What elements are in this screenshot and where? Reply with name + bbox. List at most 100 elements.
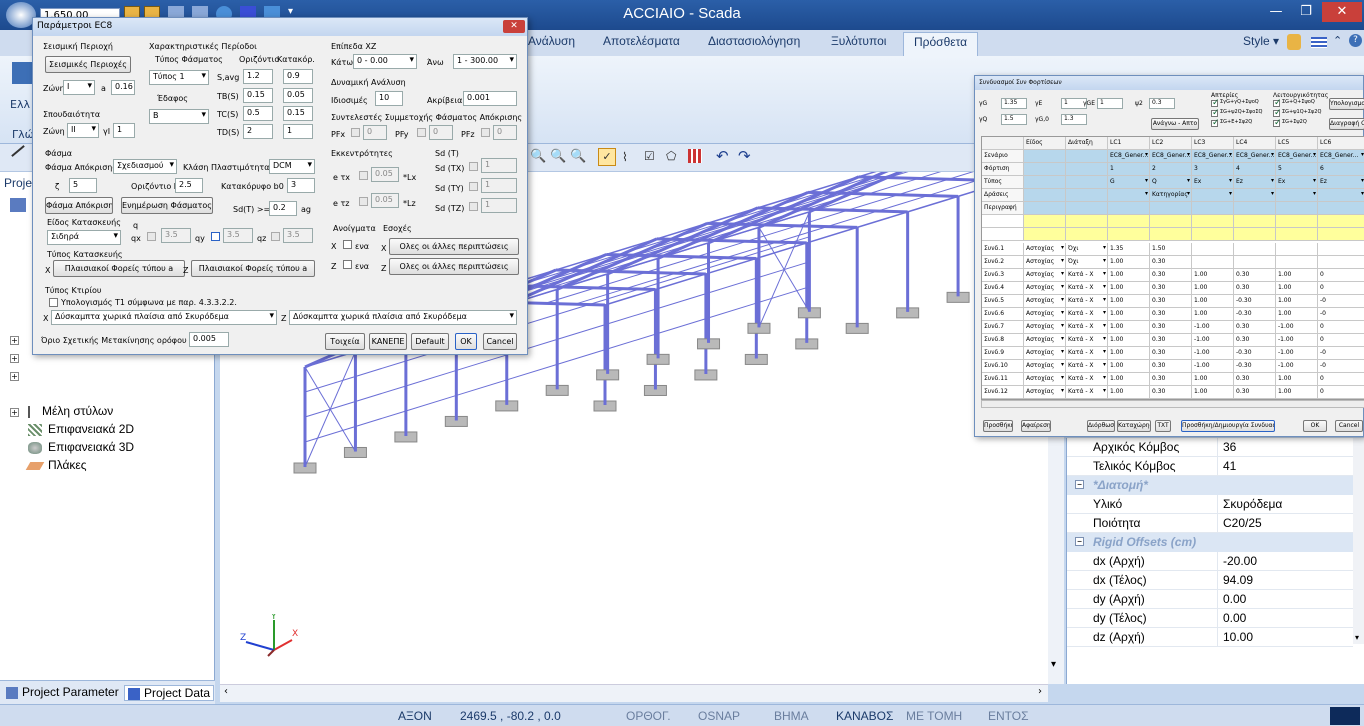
combo-factor-cell[interactable]: -0 (1318, 308, 1364, 321)
ok-button[interactable]: OK (455, 333, 477, 350)
combo-factor-cell[interactable]: -0.30 (1234, 347, 1276, 360)
wall-girt[interactable] (607, 332, 659, 350)
combo-type-checkbox[interactable] (1211, 98, 1220, 108)
property-value[interactable]: Σκυρόδεμα (1223, 497, 1282, 511)
bracing[interactable] (304, 366, 356, 452)
property-value[interactable]: 94.09 (1223, 573, 1253, 587)
flag-icon[interactable] (1311, 37, 1327, 48)
combo-factor-cell[interactable]: 1.00 (1192, 308, 1234, 321)
cell-dropdown-icon[interactable]: ▾ (1061, 360, 1064, 370)
combo-factor-cell[interactable]: 0.30 (1234, 269, 1276, 282)
tab-project-data[interactable]: Project Data (124, 685, 215, 701)
purlin[interactable] (647, 233, 698, 251)
collapse-icon[interactable]: − (1075, 480, 1084, 489)
grid-definition-cell[interactable]: Ez ▾ (1318, 176, 1364, 189)
factor-input[interactable]: 1.5 (1001, 114, 1027, 125)
pfy-input[interactable]: 0 (429, 125, 453, 140)
scroll-down-icon[interactable]: ▾ (1051, 659, 1056, 670)
combo-factor-cell[interactable]: 1.00 (1108, 373, 1150, 386)
combo-factor-cell[interactable]: 0.30 (1150, 360, 1192, 373)
etz-input[interactable]: 0.05 (371, 193, 399, 208)
combo-factor-cell[interactable]: -0.30 (1234, 360, 1276, 373)
ridge-beam[interactable] (807, 176, 859, 194)
cell-dropdown-icon[interactable]: ▾ (1061, 347, 1064, 357)
close-window-button[interactable]: ✕ (1322, 2, 1362, 22)
combo-factor-cell[interactable]: 1.00 (1108, 269, 1150, 282)
purlin[interactable] (697, 218, 749, 235)
grid-definition-cell[interactable]: 6 (1318, 163, 1364, 176)
td-v-input[interactable]: 1 (283, 124, 313, 139)
combo-factor-cell[interactable]: 1.00 (1108, 308, 1150, 321)
tb-v-input[interactable]: 0.05 (283, 88, 313, 103)
ctype-z-button[interactable]: Πλαισιακοί Φορείς τύπου a (191, 260, 315, 277)
purlin[interactable] (525, 267, 577, 284)
response-spectrum-button[interactable]: Φάσμα Απόκρισης (45, 197, 113, 214)
cell-dropdown-icon[interactable]: ▾ (1271, 189, 1274, 199)
cell-dropdown-icon[interactable]: ▾ (1061, 321, 1064, 331)
grid-definition-cell[interactable]: ▾ (1192, 189, 1234, 202)
props-scroll-down-icon[interactable]: ▾ (1355, 633, 1359, 642)
qz-checkbox[interactable] (271, 232, 280, 241)
wall-girt[interactable] (708, 276, 760, 294)
combo-factor-cell[interactable]: 0.30 (1234, 386, 1276, 399)
pfx-checkbox[interactable] (351, 128, 360, 137)
combo-factor-cell[interactable]: 1.00 (1108, 347, 1150, 360)
combo-factor-cell[interactable] (1276, 256, 1318, 269)
cell-dropdown-icon[interactable]: ▾ (1061, 308, 1064, 318)
combo-factor-cell[interactable]: 1.00 (1276, 373, 1318, 386)
ridge-beam[interactable] (656, 222, 708, 240)
combo-factor-cell[interactable] (1192, 256, 1234, 269)
grid-definition-cell[interactable]: EC8_Gener... ▾ (1192, 150, 1234, 163)
combo-arrangement-cell[interactable]: Κατά - X ▾ (1066, 282, 1108, 295)
check-icon[interactable]: ☑ (644, 149, 655, 163)
recesses-z-button[interactable]: Ολες οι άλλες περιπτώσεις (389, 258, 519, 275)
ortho-toggle[interactable]: ΟΡΘΟΓ. (626, 709, 671, 723)
combo-arrangement-cell[interactable]: Κατά - X ▾ (1066, 321, 1108, 334)
add-combo-button[interactable]: Προσθήκη (983, 420, 1013, 432)
undo-icon[interactable]: ↶ (716, 147, 729, 165)
properties-scrollbar[interactable]: ▾ (1353, 438, 1364, 644)
purlin[interactable] (867, 177, 919, 195)
combo-factor-cell[interactable]: 1.00 (1192, 282, 1234, 295)
combo-type-checkbox[interactable] (1273, 118, 1282, 128)
grid-toggle-icon[interactable] (688, 149, 702, 163)
collapse-icon[interactable]: ⌃ (1333, 34, 1342, 47)
cell-dropdown-icon[interactable]: ▾ (1103, 269, 1106, 279)
savg-v-input[interactable]: 0.9 (283, 69, 313, 84)
sdtz-checkbox[interactable] (469, 202, 478, 211)
combo-factor-cell[interactable]: -1.00 (1276, 334, 1318, 347)
cancel-button[interactable]: Cancel (483, 333, 517, 350)
calculate-button[interactable]: Υπολογισμοί (1329, 98, 1364, 110)
combo-kind-cell[interactable]: Αστοχίας ▾ (1024, 269, 1066, 282)
property-value[interactable]: 0.00 (1223, 611, 1246, 625)
grid-definition-cell[interactable]: Q ▾ (1150, 176, 1192, 189)
combo-arrangement-cell[interactable]: Κατά - X ▾ (1066, 269, 1108, 282)
combo-factor-cell[interactable]: 1.00 (1108, 360, 1150, 373)
cell-dropdown-icon[interactable]: ▾ (1145, 176, 1148, 186)
combo-factor-cell[interactable]: 0 (1318, 373, 1364, 386)
combo-factor-cell[interactable] (1234, 243, 1276, 256)
tc-v-input[interactable]: 0.15 (283, 106, 313, 121)
purlin[interactable] (848, 172, 900, 189)
factor-input[interactable]: 1.3 (1061, 114, 1087, 125)
grid-definition-cell[interactable] (1318, 202, 1364, 215)
combos-ok-button[interactable]: OK (1303, 420, 1327, 432)
etx-input[interactable]: 0.05 (371, 167, 399, 182)
btype-z-select[interactable]: Δύσκαμπτα χωρικά πλαίσια από Σκυρόδεμα (289, 310, 517, 325)
cell-dropdown-icon[interactable]: ▾ (1313, 176, 1316, 186)
combo-arrangement-cell[interactable]: Όχι ▾ (1066, 256, 1108, 269)
tab-analysis[interactable]: Ανάλυση (528, 34, 575, 48)
vb0-input[interactable]: 3 (287, 178, 315, 193)
combo-factor-cell[interactable]: 1.00 (1276, 308, 1318, 321)
cell-dropdown-icon[interactable]: ▾ (1061, 269, 1064, 279)
kanepe-button[interactable]: ΚΑΝΕΠΕ (369, 333, 407, 350)
combo-type-checkbox[interactable] (1273, 98, 1282, 108)
wall-girt[interactable] (456, 379, 507, 396)
cell-dropdown-icon[interactable]: ▾ (1061, 256, 1064, 266)
btype-x-select[interactable]: Δύσκαμπτα χωρικά πλαίσια από Σκυρόδεμα (51, 310, 277, 325)
qx-checkbox[interactable] (147, 232, 156, 241)
purlin[interactable] (877, 195, 929, 212)
combo-factor-cell[interactable] (1234, 256, 1276, 269)
combo-factor-cell[interactable]: 0.30 (1150, 308, 1192, 321)
grid-definition-cell[interactable]: 3 (1192, 163, 1234, 176)
